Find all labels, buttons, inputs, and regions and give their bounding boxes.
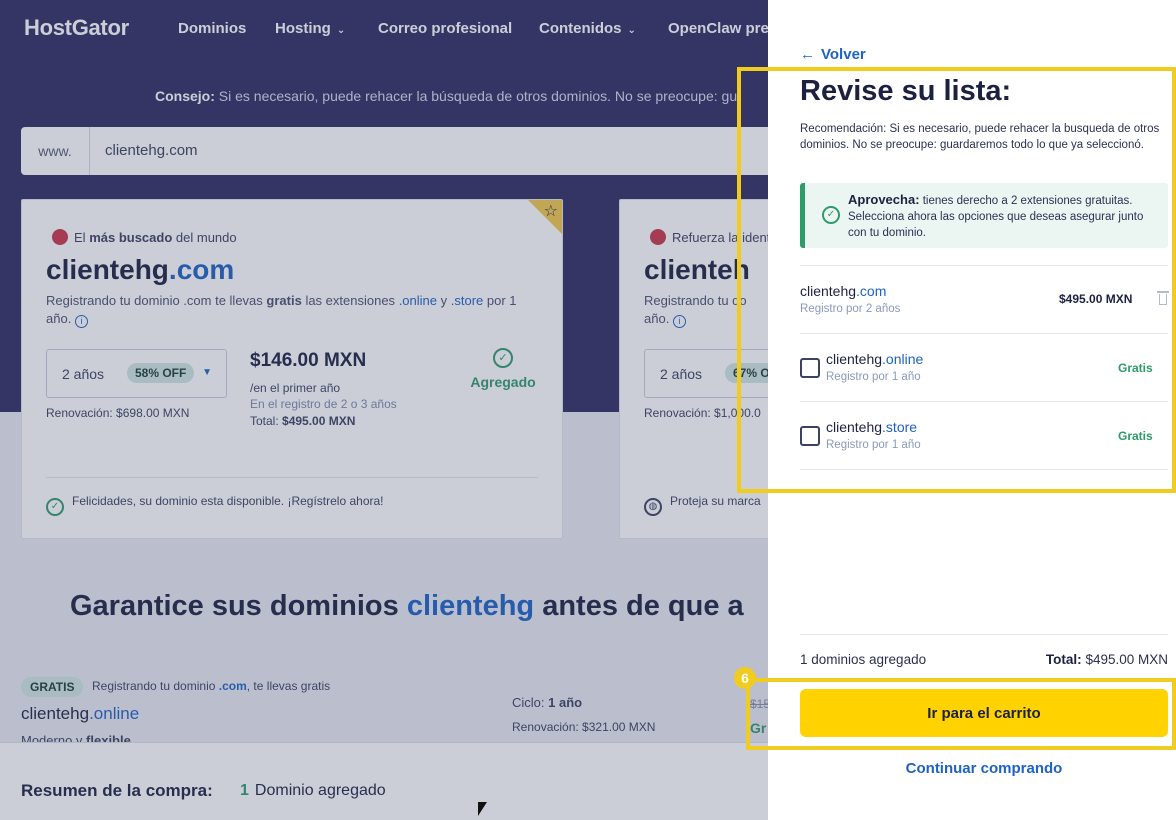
mouse-cursor [478, 802, 487, 816]
highlight-box-list [737, 67, 1176, 493]
highlight-box-cta [746, 678, 1176, 750]
step-badge: 6 [734, 667, 756, 689]
back-arrow-icon: ← [800, 46, 815, 63]
divider [800, 634, 1168, 635]
added-count: 1 dominios agregado [800, 652, 927, 667]
cart-total: Total: $495.00 MXN [1045, 652, 1168, 667]
continue-shopping-link[interactable]: Continuar comprando [800, 760, 1168, 777]
back-link[interactable]: ← Volver [800, 46, 866, 63]
